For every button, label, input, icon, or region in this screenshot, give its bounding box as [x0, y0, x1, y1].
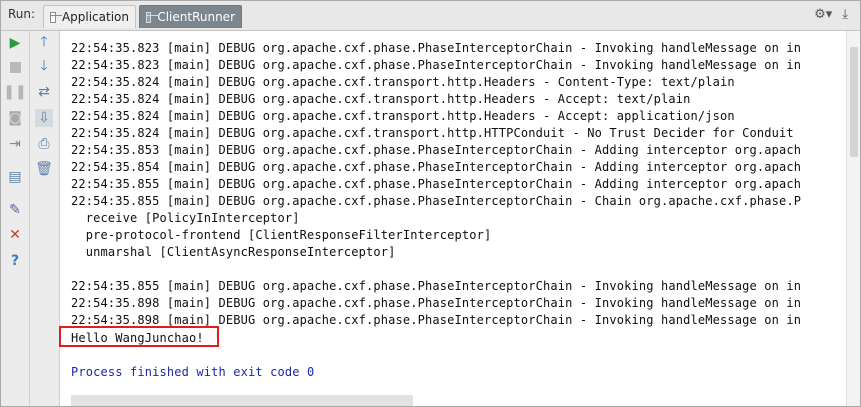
- play-icon[interactable]: ▶: [6, 34, 24, 52]
- gear-icon[interactable]: ⚙▾: [814, 7, 832, 22]
- close-icon[interactable]: ✕: [6, 226, 24, 244]
- console-line: 22:54:35.823 [main] DEBUG org.apache.cxf…: [71, 41, 802, 55]
- help-icon[interactable]: ?: [6, 252, 24, 270]
- console-line: 22:54:35.853 [main] DEBUG org.apache.cxf…: [71, 143, 802, 157]
- run-toolbar: Run: Application ClientRunner ⚙▾ ⤓: [1, 1, 860, 31]
- console-line: 22:54:35.824 [main] DEBUG org.apache.cxf…: [71, 126, 794, 140]
- scroll-to-end-icon[interactable]: ⇩: [35, 109, 53, 127]
- console-line: 22:54:35.898 [main] DEBUG org.apache.cxf…: [71, 296, 802, 310]
- arrow-down-icon[interactable]: 🡓: [35, 58, 53, 76]
- window-icon: [146, 11, 159, 23]
- console-line: pre-protocol-frontend [ClientResponseFil…: [71, 228, 492, 242]
- console-line: receive [PolicyInInterceptor]: [71, 211, 300, 225]
- run-tool-window: Run: Application ClientRunner ⚙▾ ⤓ ▶ ❚❚ …: [0, 0, 861, 407]
- arrow-up-icon[interactable]: 🡑: [35, 34, 53, 52]
- console-line: 22:54:35.824 [main] DEBUG org.apache.cxf…: [71, 92, 691, 106]
- console-line: 22:54:35.823 [main] DEBUG org.apache.cxf…: [71, 58, 802, 72]
- console-line: 22:54:35.855 [main] DEBUG org.apache.cxf…: [71, 279, 802, 293]
- console-line: unmarshal [ClientAsyncResponseIntercepto…: [71, 245, 396, 259]
- run-actions-toolbar: ▶ ❚❚ ◙ ⇥ ▤ ✎ ✕ ?: [1, 31, 30, 406]
- vertical-scrollbar[interactable]: [846, 31, 860, 406]
- print-icon[interactable]: ⎙: [35, 135, 53, 153]
- console-line: 22:54:35.824 [main] DEBUG org.apache.cxf…: [71, 75, 735, 89]
- soft-wrap-icon[interactable]: ⇄: [35, 83, 53, 101]
- tab-label: ClientRunner: [157, 10, 235, 24]
- tab-application[interactable]: Application: [43, 5, 136, 28]
- exit-icon[interactable]: ⇥: [6, 135, 24, 153]
- scrollbar-thumb[interactable]: [850, 47, 858, 157]
- layout-icon[interactable]: ▤: [6, 168, 24, 186]
- console-line: 22:54:35.824 [main] DEBUG org.apache.cxf…: [71, 109, 735, 123]
- console-line: 22:54:35.855 [main] DEBUG org.apache.cxf…: [71, 194, 802, 208]
- tab-label: Application: [61, 10, 129, 24]
- console-output[interactable]: 22:54:35.823 [main] DEBUG org.apache.cxf…: [60, 31, 846, 406]
- run-label: Run:: [8, 7, 36, 21]
- console-actions-toolbar: 🡑 🡓 ⇄ ⇩ ⎙ 🗑: [30, 31, 60, 406]
- download-arrow-icon[interactable]: ⤓: [842, 7, 848, 22]
- stop-icon[interactable]: [6, 58, 24, 76]
- pin-icon[interactable]: ✎: [6, 201, 24, 219]
- horizontal-scrollbar[interactable]: [71, 395, 413, 406]
- trash-icon[interactable]: 🗑: [35, 160, 53, 178]
- camera-icon[interactable]: ◙: [6, 109, 24, 127]
- console-line: 22:54:35.854 [main] DEBUG org.apache.cxf…: [71, 160, 802, 174]
- tab-clientrunner[interactable]: ClientRunner: [139, 5, 242, 28]
- pause-icon[interactable]: ❚❚: [3, 83, 26, 101]
- output-highlight-box: [59, 326, 219, 347]
- console-line: 22:54:35.855 [main] DEBUG org.apache.cxf…: [71, 177, 802, 191]
- exit-status-line: Process finished with exit code 0: [71, 365, 315, 379]
- window-icon: [50, 11, 62, 23]
